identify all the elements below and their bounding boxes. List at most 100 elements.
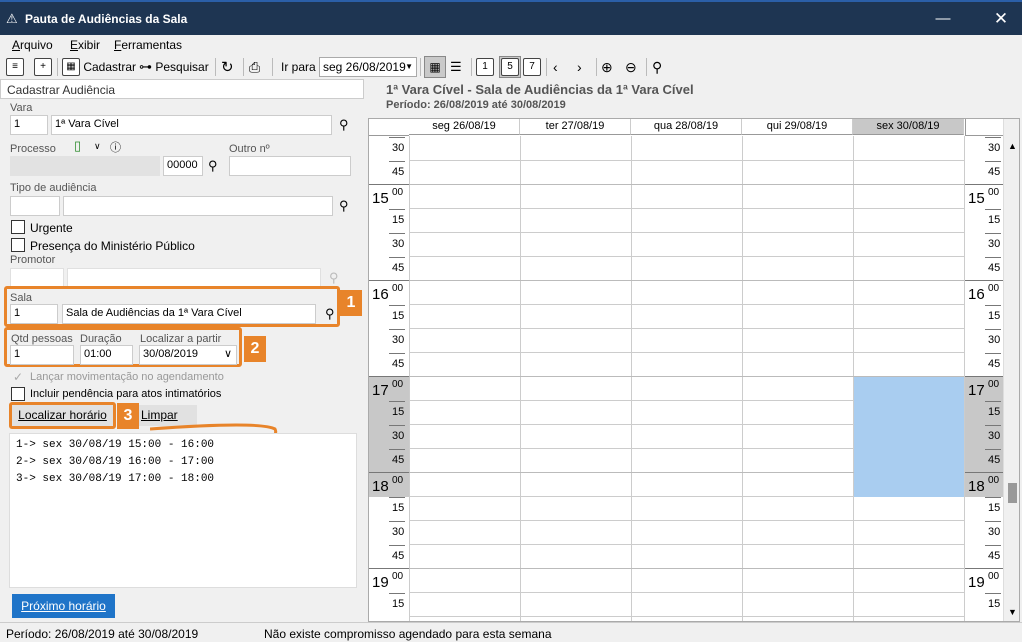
day-header[interactable]: qui 29/08/19: [742, 119, 853, 135]
duracao-input[interactable]: 01:00: [80, 345, 133, 365]
time-label: 30: [965, 424, 1003, 449]
available-slot[interactable]: [854, 401, 964, 425]
urgente-checkbox[interactable]: [11, 220, 25, 234]
time-label: 18 00: [369, 472, 409, 497]
workweek-view-icon[interactable]: 5: [499, 56, 521, 78]
vara-name-input[interactable]: 1ª Vara Cível: [51, 115, 332, 135]
refresh-icon[interactable]: ↻: [221, 56, 234, 78]
vara-label: Vara: [10, 102, 33, 114]
day-header[interactable]: sex 30/08/19: [853, 119, 964, 135]
fullweek-view-icon[interactable]: 7: [523, 56, 541, 78]
proximo-horario-button[interactable]: Próximo horário: [12, 594, 115, 618]
localizar-horario-button[interactable]: Localizar horário: [12, 405, 113, 426]
time-label: 30: [369, 328, 409, 353]
qtd-pessoas-input[interactable]: 1: [10, 345, 74, 365]
lancar-label: Lançar movimentação no agendamento: [30, 371, 224, 383]
time-label: 16 00: [369, 280, 409, 305]
title-bar: ⚠ Pauta de Audiências da Sala — ✕: [0, 0, 1022, 35]
time-label: 16 00: [965, 280, 1003, 305]
duracao-label: Duração: [80, 333, 122, 345]
scroll-up-icon[interactable]: ▲: [1008, 141, 1017, 151]
add-document-icon[interactable]: +: [34, 56, 52, 78]
zoom-out-icon[interactable]: ⊖: [625, 56, 637, 78]
vertical-scrollbar[interactable]: ▲ ▼: [1003, 119, 1019, 621]
results-list[interactable]: 1-> sex 30/08/19 15:00 - 16:00 2-> sex 3…: [9, 433, 357, 588]
promotor-code-input[interactable]: [10, 268, 64, 288]
list-settings-icon[interactable]: ≡: [6, 56, 24, 78]
close-button[interactable]: ✕: [986, 8, 1016, 30]
day-view-icon[interactable]: 1: [476, 56, 494, 78]
outro-numero-input[interactable]: [229, 156, 351, 176]
day-header[interactable]: seg 26/08/19: [409, 119, 520, 135]
menu-ferramentas[interactable]: Ferramentas: [114, 38, 182, 52]
menu-exibir[interactable]: Exibir: [70, 38, 100, 52]
document-type-icon[interactable]: ▯: [74, 138, 81, 154]
list-item[interactable]: 3-> sex 30/08/19 17:00 - 18:00: [16, 471, 350, 488]
week-view-icon[interactable]: ▦: [424, 56, 446, 78]
list-item[interactable]: 1-> sex 30/08/19 15:00 - 16:00: [16, 437, 350, 454]
time-label: 45: [369, 160, 409, 185]
presenca-checkbox[interactable]: [11, 238, 25, 252]
time-label: 30: [369, 232, 409, 257]
step-badge-1: 1: [340, 290, 362, 316]
available-slot[interactable]: [854, 449, 964, 473]
list-view-icon[interactable]: ☰: [450, 56, 462, 78]
incluir-checkbox[interactable]: [11, 387, 25, 401]
available-slot[interactable]: [854, 377, 964, 401]
time-label: 30: [965, 232, 1003, 257]
minimize-button[interactable]: —: [928, 8, 958, 30]
chevron-down-icon[interactable]: ∨: [94, 141, 101, 152]
time-label: 15: [369, 496, 409, 521]
localizar-label: Localizar a partir: [140, 333, 222, 345]
calendar-title: 1ª Vara Cível - Sala de Audiências da 1ª…: [386, 82, 694, 97]
time-label: 15: [369, 208, 409, 233]
pesquisar-button[interactable]: ⊶ Pesquisar: [139, 56, 209, 78]
time-label: 17 00: [369, 376, 409, 401]
available-slot[interactable]: [854, 425, 964, 449]
list-item[interactable]: 2-> sex 30/08/19 16:00 - 17:00: [16, 454, 350, 471]
print-icon[interactable]: ⎙: [249, 56, 260, 78]
scroll-down-icon[interactable]: ▼: [1008, 607, 1017, 617]
sala-code-input[interactable]: 1: [10, 304, 58, 324]
search-sala-icon[interactable]: ⚲: [325, 306, 335, 322]
next-icon[interactable]: ›: [577, 56, 582, 78]
available-slot[interactable]: [854, 473, 964, 497]
search-vara-icon[interactable]: ⚲: [339, 117, 349, 133]
goto-date-select[interactable]: seg 26/08/2019 ▼: [319, 57, 417, 77]
time-label: 30: [369, 520, 409, 545]
day-header[interactable]: qua 28/08/19: [631, 119, 742, 135]
time-label: 15: [965, 496, 1003, 521]
filter-icon[interactable]: ⚲: [652, 56, 662, 78]
status-bar: Período: 26/08/2019 até 30/08/2019 Não e…: [0, 622, 1022, 642]
qtd-label: Qtd pessoas: [11, 333, 73, 345]
processo-suffix-input[interactable]: 00000: [163, 156, 203, 176]
step-badge-3: 3: [117, 403, 139, 429]
search-tipo-icon[interactable]: ⚲: [339, 198, 349, 214]
time-label: 45: [965, 544, 1003, 569]
localizar-date-input[interactable]: 30/08/2019 ∨: [139, 345, 237, 365]
time-label: 15: [965, 400, 1003, 425]
promotor-name-input[interactable]: [67, 268, 321, 288]
calendar-grid[interactable]: seg 26/08/19 ter 27/08/19 qua 28/08/19 qui …: [368, 118, 1020, 622]
time-label: 15 00: [965, 184, 1003, 209]
processo-number-input[interactable]: [10, 156, 160, 176]
time-label: 45: [965, 352, 1003, 377]
time-label: 19 00: [369, 568, 409, 593]
cadastrar-button[interactable]: ▦ Cadastrar: [62, 56, 136, 78]
previous-icon[interactable]: ‹: [553, 56, 558, 78]
tipo-name-input[interactable]: [63, 196, 333, 216]
menu-arquivo[interactable]: Arquivo: [12, 38, 53, 52]
time-label: 15: [369, 304, 409, 329]
zoom-in-icon[interactable]: ⊕: [601, 56, 613, 78]
time-label: 45: [965, 256, 1003, 281]
search-processo-icon[interactable]: ⚲: [208, 158, 218, 174]
sala-name-input[interactable]: Sala de Audiências da 1ª Vara Cível: [62, 304, 316, 324]
day-header[interactable]: ter 27/08/19: [520, 119, 631, 135]
info-icon[interactable]: ⓘ: [110, 139, 121, 155]
presenca-label: Presença do Ministério Público: [30, 239, 195, 253]
scrollbar-thumb[interactable]: [1008, 483, 1017, 503]
vara-code-input[interactable]: 1: [10, 115, 48, 135]
search-promotor-icon: ⚲: [329, 270, 339, 285]
tipo-code-input[interactable]: [10, 196, 60, 216]
sala-label: Sala: [10, 292, 33, 304]
